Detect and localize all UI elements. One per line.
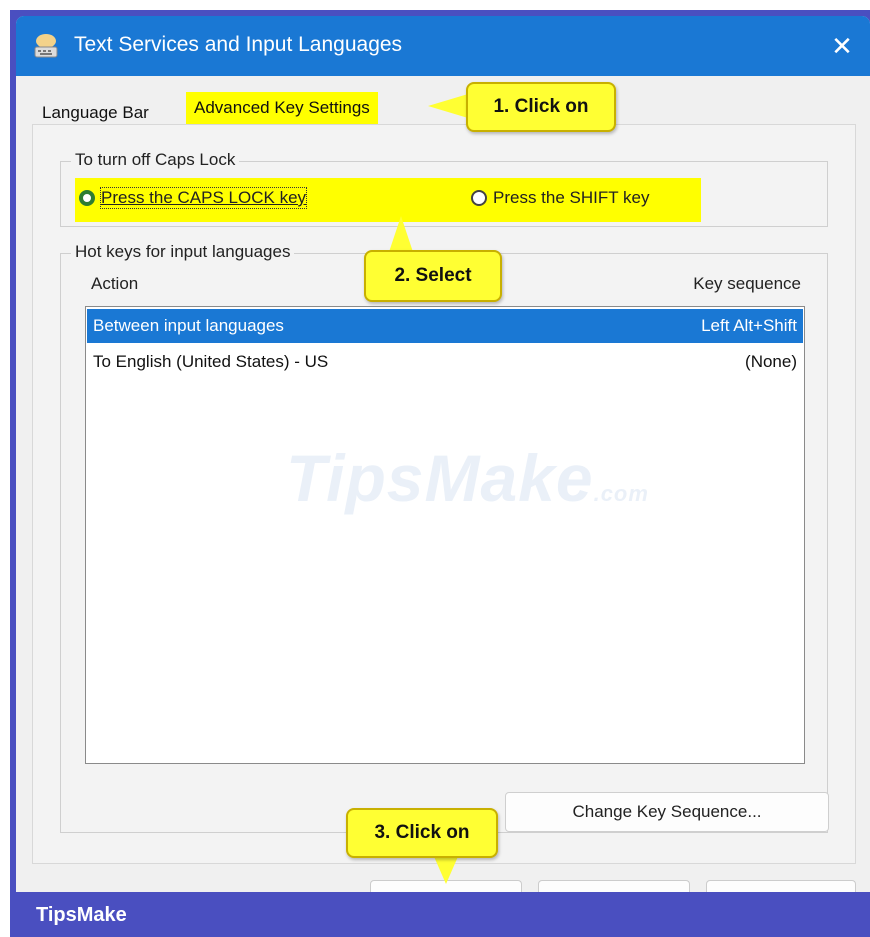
watermark-suffix: .com bbox=[593, 481, 649, 506]
keyboard-icon bbox=[34, 34, 58, 58]
column-header-action: Action bbox=[91, 274, 139, 293]
callout-step-3: 3. Click on bbox=[346, 808, 498, 858]
caps-options-highlight: Press the CAPS LOCK key Press the SHIFT … bbox=[75, 178, 701, 222]
list-item-key: Left Alt+Shift bbox=[701, 316, 797, 335]
list-item[interactable]: To English (United States) - US (None) bbox=[87, 345, 803, 379]
radio-caps-lock-key[interactable]: Press the CAPS LOCK key bbox=[79, 187, 308, 209]
title-bar: Text Services and Input Languages ✕ bbox=[16, 16, 870, 76]
close-button[interactable]: ✕ bbox=[814, 16, 870, 76]
list-item-key: (None) bbox=[745, 352, 797, 371]
caps-lock-legend: To turn off Caps Lock bbox=[71, 150, 240, 170]
window-title: Text Services and Input Languages bbox=[74, 33, 403, 56]
change-key-sequence-button[interactable]: Change Key Sequence... bbox=[505, 792, 829, 832]
callout-pointer bbox=[389, 216, 413, 252]
list-item-action: To English (United States) - US bbox=[93, 352, 329, 371]
hotkeys-listbox[interactable]: Between input languages Left Alt+Shift T… bbox=[85, 306, 805, 764]
radio-shift-key[interactable]: Press the SHIFT key bbox=[471, 188, 650, 208]
callout-step-2: 2. Select bbox=[364, 250, 502, 302]
list-item[interactable]: Between input languages Left Alt+Shift bbox=[87, 309, 803, 343]
list-item-action: Between input languages bbox=[93, 316, 284, 335]
radio-checked-icon bbox=[79, 190, 95, 206]
callout-pointer bbox=[428, 94, 468, 118]
hotkeys-group: Hot keys for input languages Action Key … bbox=[60, 242, 829, 833]
radio-caps-lock-label: Press the CAPS LOCK key bbox=[99, 187, 308, 209]
column-header-key-sequence: Key sequence bbox=[693, 274, 801, 293]
footer-brand: TipsMake bbox=[36, 904, 127, 926]
radio-unchecked-icon bbox=[471, 190, 487, 206]
watermark-logo: TipsMake.com bbox=[286, 440, 649, 516]
close-icon: ✕ bbox=[831, 31, 853, 61]
hotkeys-legend: Hot keys for input languages bbox=[71, 242, 295, 262]
footer-bar: TipsMake bbox=[10, 892, 870, 937]
caps-lock-group: To turn off Caps Lock Press the CAPS LOC… bbox=[60, 150, 828, 227]
radio-shift-label: Press the SHIFT key bbox=[493, 188, 650, 207]
tab-advanced-key-settings[interactable]: Advanced Key Settings bbox=[186, 92, 378, 124]
callout-step-1: 1. Click on bbox=[466, 82, 616, 132]
watermark-main: TipsMake bbox=[286, 441, 594, 515]
